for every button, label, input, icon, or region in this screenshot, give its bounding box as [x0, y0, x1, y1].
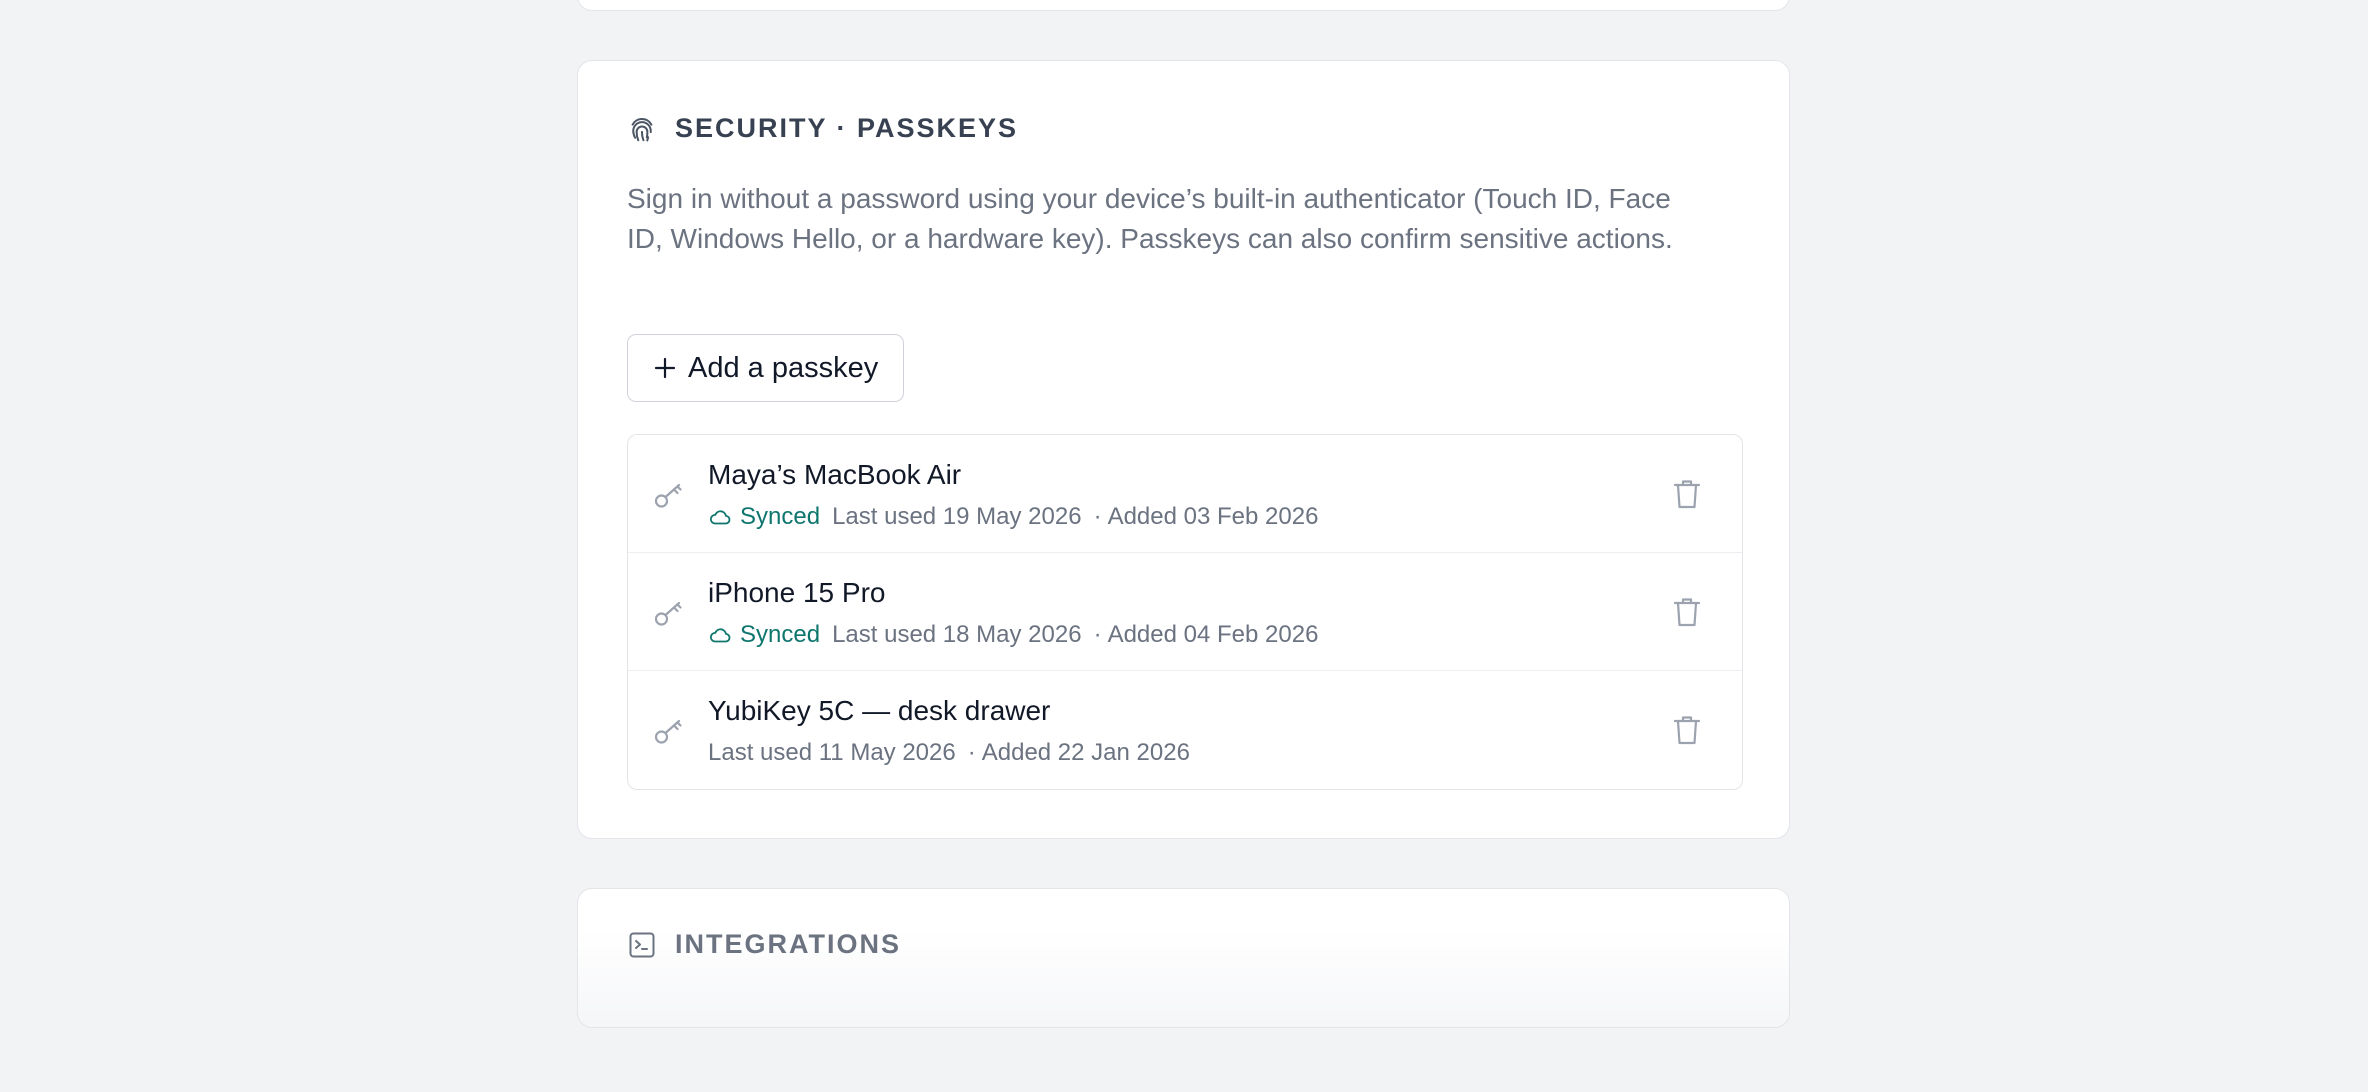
passkey-meta: Synced Last used 19 May 2026 · Added 03 … [708, 503, 1318, 531]
section-description: Sign in without a password using your de… [627, 183, 1673, 254]
security-passkeys-card: SECURITY · PASSKEYS Sign in without a pa… [577, 60, 1790, 839]
last-used-text: Last used 18 May 2026 [832, 621, 1082, 648]
synced-badge: Synced [708, 621, 820, 649]
passkey-meta: Synced Last used 18 May 2026 · Added 04 … [708, 621, 1318, 649]
synced-label: Synced [740, 503, 821, 530]
integrations-section-header[interactable]: INTEGRATIONS [627, 929, 901, 960]
trash-icon [1673, 598, 1701, 627]
passkey-list: Maya’s MacBook Air Synced Last used 19 M… [627, 434, 1743, 790]
passkey-row: YubiKey 5C — desk drawer Last used 11 Ma… [628, 671, 1742, 789]
meta-separator: · [1093, 621, 1102, 648]
security-section-header: SECURITY · PASSKEYS [627, 113, 1018, 144]
add-passkey-button[interactable]: Add a passkey [627, 334, 904, 402]
plus-icon [654, 352, 676, 384]
cloud-icon [708, 505, 732, 529]
passkey-meta: Last used 11 May 2026 · Added 22 Jan 202… [708, 739, 1190, 767]
last-used-text: Last used 19 May 2026 [832, 503, 1082, 530]
add-passkey-label: Add a passkey [688, 351, 879, 384]
added-date-text: Added 04 Feb 2026 [1107, 621, 1319, 648]
delete-passkey-button[interactable] [1670, 477, 1704, 511]
section-title: INTEGRATIONS [675, 929, 901, 959]
trash-icon [1673, 480, 1701, 509]
section-title: SECURITY · PASSKEYS [675, 113, 1019, 143]
delete-passkey-button[interactable] [1670, 713, 1704, 747]
delete-passkey-button[interactable] [1670, 595, 1704, 629]
integrations-card[interactable]: INTEGRATIONS [577, 888, 1790, 1028]
added-date-text: Added 03 Feb 2026 [1107, 503, 1319, 530]
key-icon [652, 479, 684, 511]
synced-label: Synced [740, 621, 821, 648]
passkey-row: Maya’s MacBook Air Synced Last used 19 M… [628, 435, 1742, 553]
trash-icon [1673, 716, 1701, 745]
last-used-text: Last used 11 May 2026 [708, 739, 956, 766]
terminal-icon [627, 930, 657, 960]
meta-separator: · [1093, 503, 1102, 530]
passkey-name: iPhone 15 Pro [708, 577, 886, 608]
passkey-row: iPhone 15 Pro Synced Last used 18 May 20… [628, 553, 1742, 671]
passkey-name: YubiKey 5C — desk drawer [708, 695, 1051, 726]
cloud-icon [708, 623, 732, 647]
synced-badge: Synced [708, 503, 820, 531]
passkey-name: Maya’s MacBook Air [708, 459, 962, 490]
meta-separator: · [967, 739, 976, 766]
key-icon [652, 715, 684, 747]
fingerprint-icon [627, 114, 657, 144]
key-icon [652, 597, 684, 629]
previous-section-card [577, 0, 1790, 11]
added-date-text: Added 22 Jan 2026 [981, 739, 1190, 766]
